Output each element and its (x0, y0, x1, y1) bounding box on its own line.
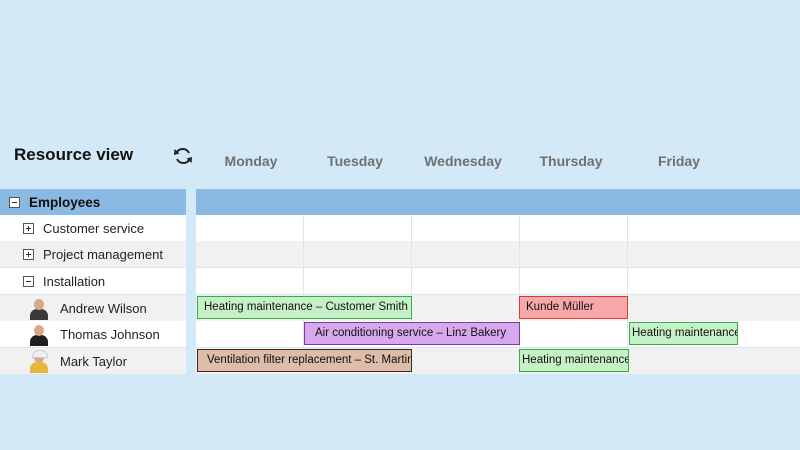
schedule-row (196, 241, 800, 267)
employee-row-thomas-johnson[interactable]: Thomas Johnson (0, 321, 186, 347)
schedule-header-band (196, 189, 800, 215)
employee-row-andrew-wilson[interactable]: Andrew Wilson (0, 295, 186, 321)
event-heating-maintenance-friday[interactable]: Heating maintenance (629, 322, 738, 345)
schedule-row (196, 215, 800, 241)
tree-item-label: Installation (43, 273, 106, 289)
refresh-icon[interactable] (172, 145, 194, 167)
day-header-tuesday: Tuesday (327, 153, 383, 169)
event-kunde-mueller[interactable]: Kunde Müller (519, 296, 628, 319)
employees-label: Employees (29, 194, 101, 210)
tree-item-label: Customer service (43, 220, 145, 236)
page-title: Resource view (14, 145, 134, 164)
tree-item-installation[interactable]: Installation (0, 268, 186, 294)
employees-header[interactable]: Employees (0, 189, 186, 215)
day-header-wednesday: Wednesday (424, 153, 502, 169)
collapse-icon[interactable] (9, 196, 20, 208)
employee-name: Thomas Johnson (60, 326, 160, 342)
day-header-monday: Monday (224, 153, 278, 169)
event-ventilation-filter-st-martin[interactable]: Ventilation filter replacement – St. Mar… (197, 349, 412, 372)
avatar (27, 349, 51, 373)
employee-name: Andrew Wilson (60, 300, 147, 316)
tree-item-project-management[interactable]: Project management (0, 241, 186, 267)
expand-icon[interactable] (23, 222, 34, 234)
avatar (27, 322, 51, 346)
day-header-friday: Friday (657, 153, 700, 169)
avatar (27, 296, 51, 320)
schedule-row (196, 268, 800, 294)
tree-item-customer-service[interactable]: Customer service (0, 215, 186, 241)
event-air-conditioning-linz-bakery[interactable]: Air conditioning service – Linz Bakery (304, 322, 520, 345)
collapse-icon[interactable] (23, 275, 34, 287)
employee-name: Mark Taylor (60, 353, 127, 369)
day-header-thursday: Thursday (539, 153, 603, 169)
tree-item-label: Project management (43, 246, 163, 262)
event-heating-maintenance-customer-smith[interactable]: Heating maintenance – Customer Smith (197, 296, 412, 319)
expand-icon[interactable] (23, 248, 34, 260)
event-heating-maintenance-thursday[interactable]: Heating maintenance (519, 349, 629, 372)
employee-row-mark-taylor[interactable]: Mark Taylor (0, 348, 186, 374)
